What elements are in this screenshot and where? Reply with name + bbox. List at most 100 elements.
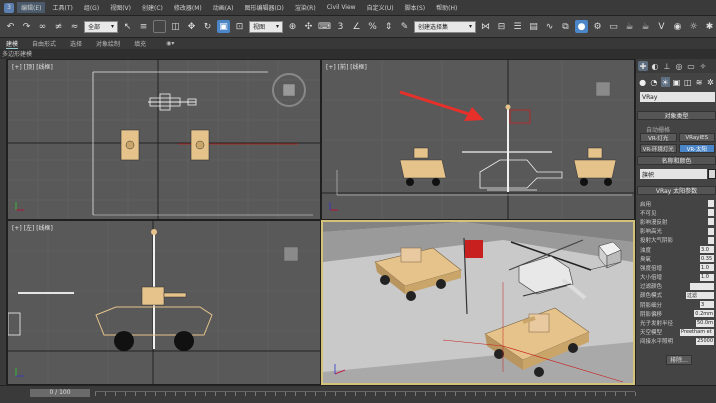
motion-tab-icon[interactable]: ◎ bbox=[674, 61, 684, 71]
select-manipulate-icon[interactable]: ✣ bbox=[302, 20, 315, 33]
percent-snap-icon[interactable]: % bbox=[366, 20, 379, 33]
vr-ambient-light-button[interactable]: VR-环境灯光 bbox=[640, 144, 677, 153]
reference-coordinate-dropdown[interactable]: 视图 ▾ bbox=[249, 20, 283, 33]
utilities-tab-icon[interactable]: ✧ bbox=[698, 61, 708, 71]
param-color-mode[interactable]: 颜色模式 过滤 bbox=[640, 291, 716, 300]
param-checkbox[interactable] bbox=[708, 209, 714, 217]
tab-freeform[interactable]: 自由形式 bbox=[32, 39, 56, 48]
render-iterative-icon[interactable]: ☕ bbox=[639, 20, 652, 33]
display-tab-icon[interactable]: ▭ bbox=[686, 61, 696, 71]
param-turbidity[interactable]: 浊度 3.0 bbox=[640, 245, 716, 254]
menu-views[interactable]: 视图(V) bbox=[106, 2, 135, 13]
menu-edit[interactable]: 编辑(E) bbox=[17, 2, 46, 13]
window-crossing-icon[interactable]: ◫ bbox=[169, 20, 182, 33]
param-value[interactable]: 过滤 bbox=[686, 291, 714, 299]
unlink-icon[interactable]: ≠ bbox=[52, 20, 65, 33]
named-selection-dropdown[interactable]: 创建选择集 ▾ bbox=[414, 20, 476, 33]
curve-editor-icon[interactable]: ∿ bbox=[543, 20, 556, 33]
create-tab-icon[interactable]: ✚ bbox=[638, 61, 648, 71]
param-value[interactable]: 1.0 bbox=[700, 264, 714, 272]
viewport-top[interactable]: [+] [顶] [线框] bbox=[7, 59, 321, 220]
redo-icon[interactable]: ↷ bbox=[20, 20, 33, 33]
hierarchy-tab-icon[interactable]: ⊥ bbox=[662, 61, 672, 71]
menu-animation[interactable]: 动画(A) bbox=[209, 2, 238, 13]
light-category-dropdown[interactable]: VRay bbox=[640, 92, 715, 102]
place-icon[interactable]: ⊡ bbox=[233, 20, 246, 33]
menu-customize[interactable]: 自定义(U) bbox=[363, 2, 398, 13]
param-checkbox[interactable] bbox=[708, 236, 714, 244]
param-checkbox[interactable] bbox=[708, 227, 714, 235]
link-icon[interactable]: ∞ bbox=[36, 20, 49, 33]
viewport-front-label[interactable]: [+] [前] [线框] bbox=[326, 62, 367, 71]
param-value[interactable]: 50.0m bbox=[695, 319, 714, 327]
vr-sun-button[interactable]: VR-太阳 bbox=[678, 144, 715, 153]
viewport-front[interactable]: [+] [前] [线框] bbox=[321, 59, 635, 220]
pivot-center-icon[interactable]: ⊕ bbox=[286, 20, 299, 33]
menu-modifiers[interactable]: 修改器(M) bbox=[170, 2, 206, 13]
param-enabled[interactable]: 启用 bbox=[640, 199, 716, 208]
undo-icon[interactable]: ↶ bbox=[4, 20, 17, 33]
param-value[interactable]: Preetham et bbox=[680, 328, 714, 336]
bind-spacewarp-icon[interactable]: ≈ bbox=[68, 20, 81, 33]
select-scale-icon[interactable]: ▣ bbox=[217, 20, 230, 33]
viewport-top-label[interactable]: [+] [顶] [线框] bbox=[12, 62, 53, 71]
param-sky-model[interactable]: 天空模型 Preetham et bbox=[640, 328, 716, 337]
param-indirect-horiz-illum[interactable]: 间接水平照明 25000 bbox=[640, 337, 716, 346]
spinner-snap-icon[interactable]: ⇕ bbox=[382, 20, 395, 33]
select-rotate-icon[interactable]: ↻ bbox=[201, 20, 214, 33]
selection-filter-dropdown[interactable]: 全部 ▾ bbox=[84, 20, 118, 33]
menu-help[interactable]: 帮助(H) bbox=[432, 2, 461, 13]
vray-sun-parameters-rollout[interactable]: VRay 太阳参数 bbox=[637, 186, 716, 195]
modify-tab-icon[interactable]: ◐ bbox=[650, 61, 660, 71]
rectangular-selection-icon[interactable] bbox=[153, 20, 166, 33]
param-intensity-multiplier[interactable]: 强度倍增 1.0 bbox=[640, 263, 716, 272]
angle-snap-icon[interactable]: ∠ bbox=[350, 20, 363, 33]
exclude-button[interactable]: 排除... bbox=[666, 355, 692, 365]
named-selection-icon[interactable]: ✎ bbox=[398, 20, 411, 33]
toggle-ribbon-icon[interactable]: ▤ bbox=[527, 20, 540, 33]
menu-scripting[interactable]: 脚本(S) bbox=[401, 2, 430, 13]
name-color-rollout[interactable]: 名称和颜色 bbox=[637, 156, 716, 165]
snap-toggle-icon[interactable]: 3 bbox=[334, 20, 347, 33]
vrayies-button[interactable]: VRayIES bbox=[678, 133, 715, 142]
layer-explorer-icon[interactable]: ☰ bbox=[511, 20, 524, 33]
menu-graph-editors[interactable]: 图形编辑器(D) bbox=[241, 2, 288, 13]
systems-icon[interactable]: ✲ bbox=[706, 77, 715, 87]
vray-render-icon[interactable]: ◉ bbox=[671, 20, 684, 33]
param-filter-color[interactable]: 过滤颜色 bbox=[640, 282, 716, 291]
rendered-frame-icon[interactable]: ▭ bbox=[607, 20, 620, 33]
timeline-ruler[interactable] bbox=[95, 391, 636, 397]
tab-modeling[interactable]: 建模 bbox=[6, 39, 19, 49]
param-size-multiplier[interactable]: 大小倍增 1.0 bbox=[640, 273, 716, 282]
object-name-field[interactable]: 旗帜 bbox=[640, 169, 707, 179]
vr-light-button[interactable]: VR-灯光 bbox=[640, 133, 677, 142]
param-affect-specular[interactable]: 影响高光 bbox=[640, 227, 716, 236]
helpers-icon[interactable]: ◫ bbox=[683, 77, 692, 87]
lights-icon[interactable]: ☀ bbox=[660, 77, 670, 87]
menu-tools[interactable]: 工具(T) bbox=[48, 2, 76, 13]
ribbon-toggle-icon[interactable]: ◉▾ bbox=[166, 40, 174, 47]
time-slider[interactable]: 0 / 100 bbox=[30, 389, 90, 397]
menu-create[interactable]: 创建(C) bbox=[138, 2, 167, 13]
tab-populate[interactable]: 填充 bbox=[134, 39, 146, 48]
render-setup-icon[interactable]: ⚙ bbox=[591, 20, 604, 33]
mirror-icon[interactable]: ⋈ bbox=[479, 20, 492, 33]
menu-group[interactable]: 组(G) bbox=[80, 2, 103, 13]
param-value[interactable]: 3 bbox=[700, 301, 714, 309]
tab-object-paint[interactable]: 对象绘制 bbox=[96, 39, 120, 48]
vray-frame-buffer-icon[interactable]: V bbox=[655, 20, 668, 33]
param-shadow-subdivs[interactable]: 阴影细分 3 bbox=[640, 300, 716, 309]
object-color-swatch[interactable] bbox=[708, 169, 716, 179]
viewport-perspective[interactable] bbox=[321, 220, 635, 385]
render-production-icon[interactable]: ☕ bbox=[623, 20, 636, 33]
select-move-icon[interactable]: ✥ bbox=[185, 20, 198, 33]
param-photon-emit-radius[interactable]: 光子发射半径 50.0m bbox=[640, 318, 716, 327]
param-checkbox[interactable] bbox=[708, 218, 714, 226]
vray-options-icon[interactable]: ☼ bbox=[687, 20, 700, 33]
select-by-name-icon[interactable]: ≡ bbox=[137, 20, 150, 33]
schematic-view-icon[interactable]: ⧉ bbox=[559, 20, 572, 33]
shapes-icon[interactable]: ◔ bbox=[649, 77, 658, 87]
param-value[interactable]: 1.0 bbox=[700, 273, 714, 281]
param-shadow-bias[interactable]: 阴影偏移 0.2mm bbox=[640, 309, 716, 318]
menu-rendering[interactable]: 渲染(R) bbox=[291, 2, 320, 13]
